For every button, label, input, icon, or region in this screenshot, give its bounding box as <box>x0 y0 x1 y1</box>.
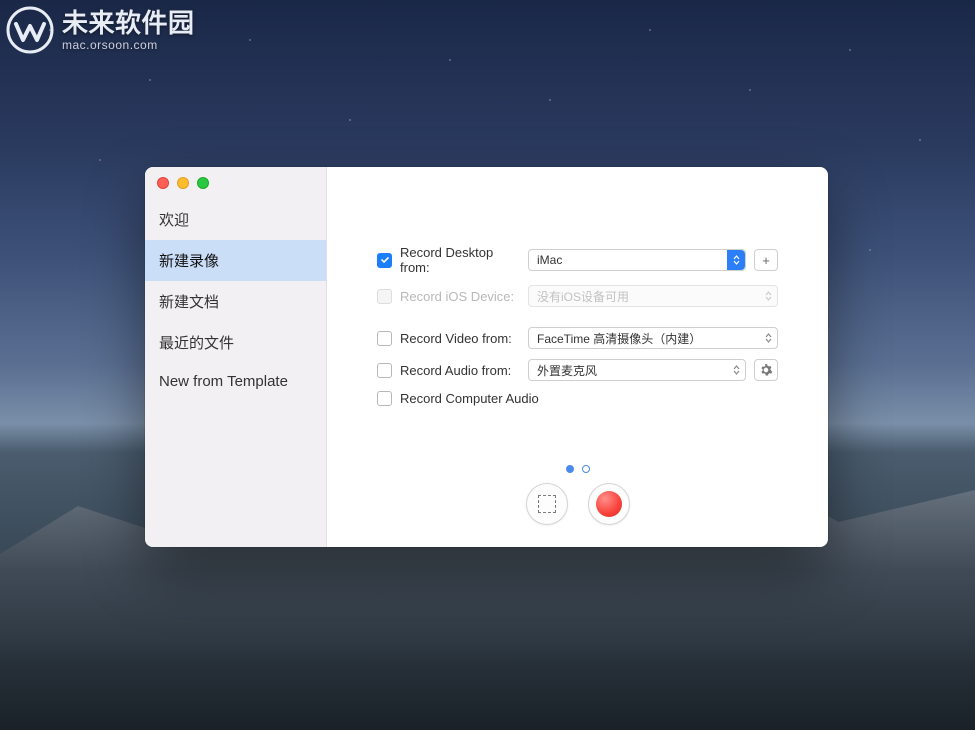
watermark-logo-icon <box>6 6 54 54</box>
watermark: 未来软件园 mac.orsoon.com <box>6 6 195 54</box>
gear-icon <box>759 363 773 377</box>
close-button[interactable] <box>157 177 169 189</box>
checkbox-record-computer-audio[interactable] <box>377 391 392 406</box>
record-icon <box>596 491 622 517</box>
label-record-ios: Record iOS Device: <box>400 289 520 304</box>
action-buttons <box>377 483 778 525</box>
select-desktop-source[interactable]: iMac <box>528 249 746 271</box>
add-desktop-button[interactable]: + <box>754 249 778 271</box>
sidebar: 欢迎 新建录像 新建文档 最近的文件 New from Template <box>145 167 327 547</box>
plus-icon: + <box>762 253 770 268</box>
row-record-ios: Record iOS Device: 没有iOS设备可用 <box>377 285 778 307</box>
zoom-button[interactable] <box>197 177 209 189</box>
check-icon <box>380 255 390 265</box>
sidebar-item-new-from-template[interactable]: New from Template <box>145 363 326 400</box>
row-record-desktop: Record Desktop from: iMac + <box>377 245 778 275</box>
record-button[interactable] <box>588 483 630 525</box>
sidebar-item-new-recording[interactable]: 新建录像 <box>145 240 326 281</box>
select-ios-device: 没有iOS设备可用 <box>528 285 778 307</box>
select-arrows-icon <box>759 286 777 306</box>
select-audio-source[interactable]: 外置麦克风 <box>528 359 746 381</box>
sidebar-item-new-document[interactable]: 新建文档 <box>145 281 326 322</box>
page-dot-2[interactable] <box>582 465 590 473</box>
page-indicator <box>377 465 778 473</box>
row-record-audio: Record Audio from: 外置麦克风 <box>377 359 778 381</box>
select-desktop-value: iMac <box>537 253 562 267</box>
watermark-subtitle: mac.orsoon.com <box>62 39 195 51</box>
label-record-desktop: Record Desktop from: <box>400 245 520 275</box>
sidebar-item-recent-files[interactable]: 最近的文件 <box>145 322 326 363</box>
select-region-button[interactable] <box>526 483 568 525</box>
checkbox-record-video[interactable] <box>377 331 392 346</box>
select-ios-value: 没有iOS设备可用 <box>537 288 629 305</box>
select-video-value: FaceTime 高清摄像头（内建） <box>537 330 701 347</box>
row-record-computer-audio: Record Computer Audio <box>377 391 778 406</box>
watermark-title: 未来软件园 <box>62 10 195 36</box>
checkbox-record-ios <box>377 289 392 304</box>
select-arrows-icon <box>727 250 745 270</box>
audio-settings-button[interactable] <box>754 359 778 381</box>
label-record-video: Record Video from: <box>400 331 520 346</box>
select-audio-value: 外置麦克风 <box>537 362 597 379</box>
app-window: 欢迎 新建录像 新建文档 最近的文件 New from Template Rec… <box>145 167 828 547</box>
sidebar-item-welcome[interactable]: 欢迎 <box>145 199 326 240</box>
checkbox-record-desktop[interactable] <box>377 253 392 268</box>
select-arrows-icon <box>759 328 777 348</box>
label-record-computer-audio: Record Computer Audio <box>400 391 539 406</box>
main-panel: Record Desktop from: iMac + Record iOS D… <box>327 167 828 547</box>
crop-icon <box>538 495 556 513</box>
select-video-source[interactable]: FaceTime 高清摄像头（内建） <box>528 327 778 349</box>
minimize-button[interactable] <box>177 177 189 189</box>
select-arrows-icon <box>727 360 745 380</box>
label-record-audio: Record Audio from: <box>400 363 520 378</box>
window-controls <box>145 167 326 199</box>
page-dot-1[interactable] <box>566 465 574 473</box>
checkbox-record-audio[interactable] <box>377 363 392 378</box>
row-record-video: Record Video from: FaceTime 高清摄像头（内建） <box>377 327 778 349</box>
